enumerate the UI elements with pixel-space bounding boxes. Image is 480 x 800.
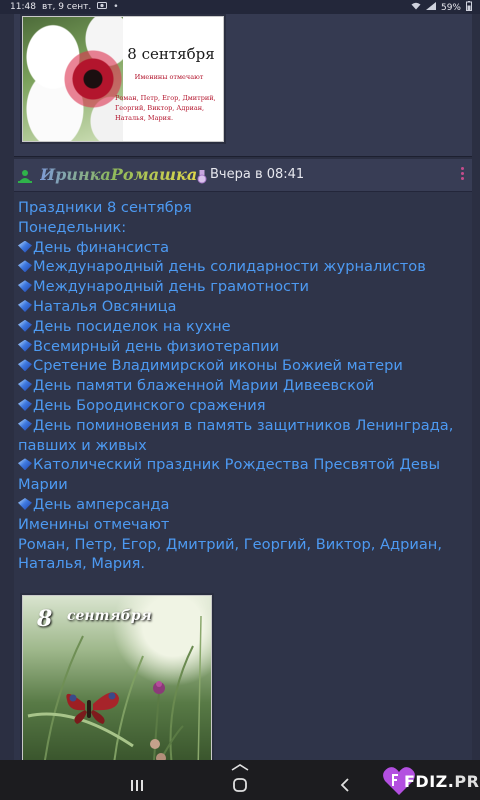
status-right: 59%: [411, 1, 472, 14]
image-date-number: 8: [37, 606, 53, 632]
post-weekday: Понедельник:: [18, 218, 127, 236]
diamond-icon: [18, 280, 32, 293]
diamond-icon: [18, 260, 32, 273]
previous-post: 8 сентября Именины отмечают Роман, Петр,…: [14, 14, 472, 157]
watermark-tld: PRO: [454, 772, 480, 791]
list-item: День поминовения в память защитников Лен…: [18, 416, 454, 454]
post-username[interactable]: ИринкаРомашка: [40, 165, 197, 184]
list-item: Сретение Владимирской иконы Божией матер…: [18, 356, 472, 376]
dots-icon: •: [113, 1, 119, 12]
name-days-label: Именины отмечают: [18, 515, 170, 533]
name-days: Роман, Петр, Егор, Дмитрий, Георгий, Вик…: [18, 535, 442, 573]
diamond-icon: [18, 240, 32, 253]
back-icon[interactable]: [330, 774, 360, 796]
image-title: 8 сентября: [127, 45, 215, 63]
list-item: Всемирный день физиотерапии: [18, 337, 472, 357]
diamond-icon: [18, 299, 32, 312]
battery-percent: 59%: [440, 2, 461, 13]
flower-picture: [23, 17, 123, 141]
list-item: День амперсанда: [18, 495, 472, 515]
post-time: Вчера в 08:41: [210, 167, 305, 182]
list-item: День памяти блаженной Марии Дивеевской: [18, 376, 472, 396]
camera-icon: [97, 1, 108, 12]
image-subtitle: Именины отмечают: [134, 73, 204, 81]
status-left: 11:48 вт, 9 сент. •: [10, 1, 119, 12]
thread-content[interactable]: 8 сентября Именины отмечают Роман, Петр,…: [0, 14, 480, 760]
medal-icon: [197, 169, 207, 184]
diamond-icon: [18, 398, 32, 411]
user-status-icon: [18, 168, 32, 183]
post-menu-icon[interactable]: [460, 167, 466, 183]
list-item: День финансиста: [18, 238, 472, 258]
status-time: 11:48: [10, 1, 36, 12]
post-image-butterfly[interactable]: 8 сентября: [22, 595, 212, 760]
list-item: День Бородинского сражения: [18, 396, 472, 416]
list-item: Международный день солидарности журналис…: [18, 257, 472, 277]
diamond-icon: [18, 379, 32, 392]
list-item: Наталья Овсяница: [18, 297, 472, 317]
chevron-up-icon[interactable]: [231, 764, 249, 771]
diamond-icon: [18, 458, 32, 471]
image-names: Роман, Петр, Егор, Дмитрий, Георгий, Вик…: [115, 94, 216, 122]
diamond-icon: [18, 319, 32, 332]
wifi-icon: [411, 2, 421, 13]
home-icon[interactable]: [225, 774, 255, 796]
post-body: Праздники 8 сентября Понедельник: День ф…: [18, 198, 472, 574]
status-bar: 11:48 вт, 9 сент. • 59%: [0, 0, 480, 14]
diamond-icon: [18, 418, 32, 431]
image-date-month: сентября: [67, 608, 152, 624]
diamond-icon: [18, 497, 32, 510]
watermark-brand: FDIZ.: [404, 772, 455, 791]
diamond-icon: [18, 359, 32, 372]
status-date: вт, 9 сент.: [41, 1, 92, 12]
list-item: Католический праздник Рождества Пресвято…: [18, 456, 441, 494]
post-image-flower[interactable]: 8 сентября Именины отмечают Роман, Петр,…: [22, 16, 224, 142]
post-heading: Праздники 8 сентября: [18, 199, 192, 216]
battery-icon: [466, 1, 472, 14]
watermark-logo: FDIZ.PRO: [382, 764, 480, 798]
post: ИринкаРомашка Вчера в 08:41 Праздники 8 …: [14, 159, 472, 760]
list-item: День посиделок на кухне: [18, 317, 472, 337]
recent-apps-icon[interactable]: [122, 774, 152, 796]
post-header: ИринкаРомашка Вчера в 08:41: [14, 159, 472, 192]
watermark-text: FDIZ.PRO: [404, 772, 480, 791]
diamond-icon: [18, 339, 32, 352]
list-item: Международный день грамотности: [18, 277, 472, 297]
signal-icon: [425, 2, 436, 13]
navigation-bar: FDIZ.PRO: [0, 760, 480, 800]
